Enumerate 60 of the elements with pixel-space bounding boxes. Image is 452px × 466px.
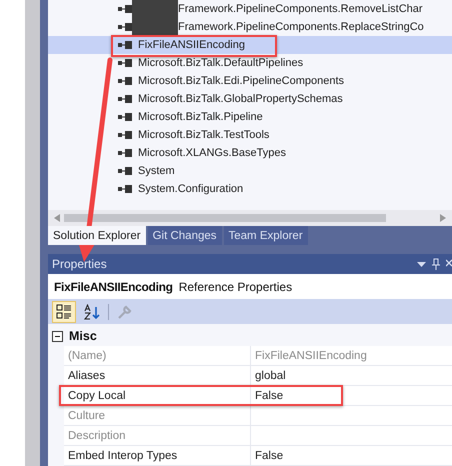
reference-icon bbox=[118, 185, 132, 193]
tree-item-label: Microsoft.BizTalk.DefaultPipelines bbox=[138, 57, 304, 69]
tree-item[interactable]: Microsoft.XLANGs.BaseTypes bbox=[48, 144, 452, 162]
tree-item-label: FixFileANSIIEncoding bbox=[138, 39, 245, 51]
tree-item-label: Microsoft.BizTalk.GlobalPropertySchemas bbox=[138, 93, 343, 105]
sort-alphabetical-icon bbox=[84, 304, 100, 320]
property-name: Description bbox=[64, 426, 250, 445]
reference-icon bbox=[118, 167, 132, 175]
reference-icon bbox=[118, 23, 132, 31]
property-name: Culture bbox=[64, 406, 250, 425]
object-name: FixFileANSIIEncoding bbox=[54, 280, 173, 294]
dropdown-icon[interactable] bbox=[417, 262, 426, 266]
property-value[interactable]: False bbox=[250, 386, 452, 405]
reference-icon bbox=[118, 113, 132, 121]
toolbar-button[interactable] bbox=[52, 300, 76, 322]
tree-item[interactable]: System bbox=[48, 162, 452, 180]
reference-icon bbox=[118, 59, 132, 67]
reference-icon bbox=[118, 95, 132, 103]
reference-icon bbox=[118, 149, 132, 157]
tree-item[interactable]: Microsoft.BizTalk.Edi.PipelineComponents bbox=[48, 72, 452, 90]
category-label: Misc bbox=[69, 329, 97, 343]
tree-item[interactable]: Framework.PipelineComponents.ReplaceStringCo bbox=[48, 18, 452, 36]
tree-item[interactable]: Microsoft.BizTalk.GlobalPropertySchemas bbox=[48, 90, 452, 108]
property-name: (Name) bbox=[64, 346, 250, 365]
tree-item-label: Microsoft.XLANGs.BaseTypes bbox=[138, 147, 286, 159]
tree-item-label: System bbox=[138, 165, 175, 177]
tree-item[interactable]: Framework.PipelineComponents.RemoveListChar bbox=[48, 0, 452, 18]
panel-title: Properties bbox=[52, 257, 107, 271]
categorized-icon bbox=[56, 304, 72, 320]
tree-item-label: System.Configuration bbox=[138, 183, 244, 195]
pin-icon[interactable] bbox=[432, 258, 440, 270]
collapse-icon[interactable] bbox=[52, 330, 63, 342]
tree-item-label: Microsoft.BizTalk.Edi.PipelineComponents bbox=[138, 75, 344, 87]
tree-item-label: Microsoft.BizTalk.TestTools bbox=[138, 129, 270, 141]
tree-item-label: Framework.PipelineComponents.RemoveListChar bbox=[178, 3, 423, 15]
property-name: Embed Interop Types bbox=[64, 446, 250, 465]
reference-icon bbox=[118, 77, 132, 85]
property-name: Aliases bbox=[64, 366, 250, 385]
tree-item[interactable]: Microsoft.BizTalk.TestTools bbox=[48, 126, 452, 144]
property-value[interactable]: False bbox=[250, 446, 452, 465]
tree-item-label: Microsoft.BizTalk.Pipeline bbox=[138, 111, 263, 123]
horizontal-scrollbar[interactable] bbox=[48, 210, 452, 226]
object-type: Reference Properties bbox=[178, 280, 292, 294]
scroll-left-icon[interactable] bbox=[54, 214, 60, 222]
tree-item-label: Framework.PipelineComponents.ReplaceStringCo bbox=[178, 21, 424, 33]
property-value[interactable]: global bbox=[250, 366, 452, 385]
tree-item[interactable]: FixFileANSIIEncoding bbox=[48, 36, 452, 54]
reference-icon bbox=[118, 41, 132, 49]
tree-item[interactable]: Microsoft.BizTalk.DefaultPipelines bbox=[48, 54, 452, 72]
reference-icon bbox=[118, 5, 132, 13]
reference-icon bbox=[118, 131, 132, 139]
panel-tab[interactable]: Git Changes bbox=[148, 226, 222, 245]
panel-tab[interactable]: Team Explorer bbox=[224, 226, 308, 245]
close-icon[interactable] bbox=[446, 259, 452, 269]
panel-tab[interactable]: Solution Explorer bbox=[48, 226, 146, 245]
property-value[interactable] bbox=[250, 406, 452, 425]
tree-item[interactable]: Microsoft.BizTalk.Pipeline bbox=[48, 108, 452, 126]
wrench-icon bbox=[117, 304, 133, 320]
tree-item[interactable]: System.Configuration bbox=[48, 180, 452, 198]
scroll-right-icon[interactable] bbox=[440, 214, 446, 222]
